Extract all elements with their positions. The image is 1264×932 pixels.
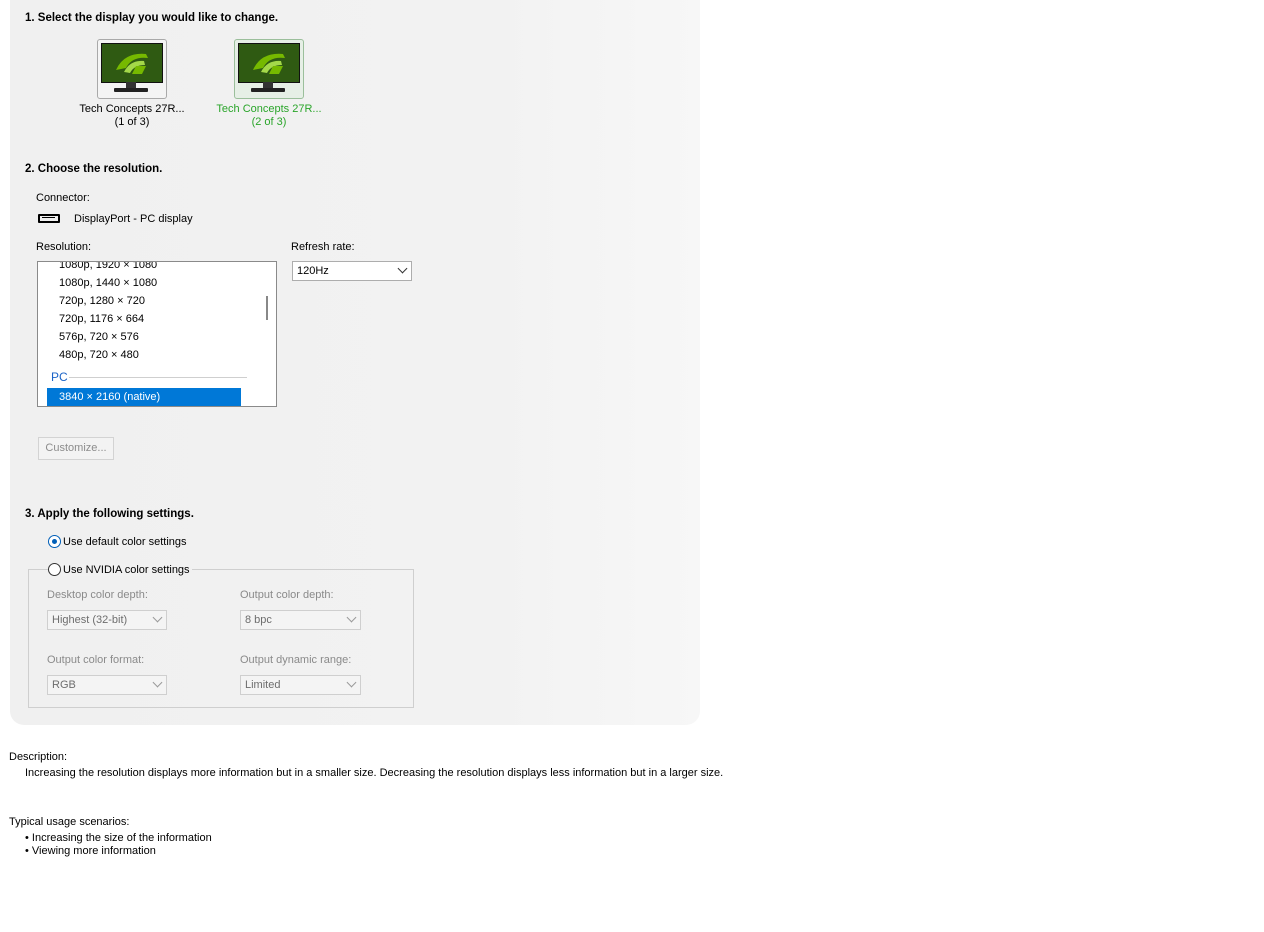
group-divider [69,377,247,378]
list-item[interactable]: 720p, 1176 × 664 [59,313,144,325]
chevron-down-icon [152,612,163,623]
desktop-depth-label: Desktop color depth: [47,589,148,601]
list-item[interactable]: 1080p, 1920 × 1080 [59,262,157,271]
usage-item: • Viewing more information [25,845,156,857]
radio-default-color[interactable] [48,535,61,548]
output-depth-dropdown[interactable]: 8 bpc [240,610,361,630]
connector-value: DisplayPort - PC display [74,213,193,225]
customize-button[interactable]: Customize... [38,437,114,460]
resolution-list[interactable]: 1080p, 1920 × 1080 1080p, 1440 × 1080 72… [37,261,277,407]
description-text: Increasing the resolution displays more … [25,767,724,779]
group-header-pc: PC [51,370,68,384]
dynamic-range-dropdown[interactable]: Limited [240,675,361,695]
display-1[interactable]: Tech Concepts 27R... (1 of 3) [62,39,202,129]
output-format-dropdown[interactable]: RGB [47,675,167,695]
display-2-name: Tech Concepts 27R... [216,103,322,115]
chevron-down-icon [152,677,163,688]
list-scrollbar[interactable] [258,262,276,406]
nvidia-logo-icon [102,44,162,82]
scrollbar-thumb[interactable] [266,296,268,320]
output-format-value: RGB [52,679,76,691]
section-1-title: 1. Select the display you would like to … [25,12,279,24]
monitor-icon [234,39,304,99]
displayport-icon [38,214,60,223]
chevron-down-icon [397,263,408,274]
nvidia-logo-icon [239,44,299,82]
display-2[interactable]: Tech Concepts 27R... (2 of 3) [199,39,339,129]
dynamic-range-value: Limited [245,679,281,691]
output-depth-value: 8 bpc [245,614,272,626]
section-3-title: 3. Apply the following settings. [25,508,194,520]
list-item[interactable]: 720p, 1280 × 720 [59,295,145,307]
output-format-label: Output color format: [47,654,145,666]
desktop-depth-value: Highest (32-bit) [52,614,128,626]
radio-nvidia-color[interactable] [48,563,61,576]
usage-item: • Increasing the size of the information [25,832,212,844]
dynamic-range-label: Output dynamic range: [240,654,352,666]
connector-label: Connector: [36,192,90,204]
chevron-down-icon [346,677,357,688]
display-2-index: (2 of 3) [251,116,287,128]
selected-resolution[interactable]: 3840 × 2160 (native) [47,388,241,406]
list-item[interactable]: 480p, 720 × 480 [59,349,139,361]
list-item[interactable]: 1080p, 1440 × 1080 [59,277,157,289]
output-depth-label: Output color depth: [240,589,334,601]
radio-nvidia-label[interactable]: Use NVIDIA color settings [61,564,192,576]
radio-default-label[interactable]: Use default color settings [63,536,187,548]
section-2-title: 2. Choose the resolution. [25,163,163,175]
refresh-rate-label: Refresh rate: [291,241,355,253]
monitor-icon [97,39,167,99]
display-1-index: (1 of 3) [114,116,150,128]
refresh-rate-dropdown[interactable]: 120Hz [292,261,412,281]
chevron-down-icon [346,612,357,623]
refresh-rate-value: 120Hz [297,265,329,277]
description-label: Description: [9,751,68,763]
desktop-depth-dropdown[interactable]: Highest (32-bit) [47,610,167,630]
list-item[interactable]: 576p, 720 × 576 [59,331,139,343]
usage-label: Typical usage scenarios: [9,816,130,828]
resolution-label: Resolution: [36,241,92,253]
display-1-name: Tech Concepts 27R... [79,103,185,115]
